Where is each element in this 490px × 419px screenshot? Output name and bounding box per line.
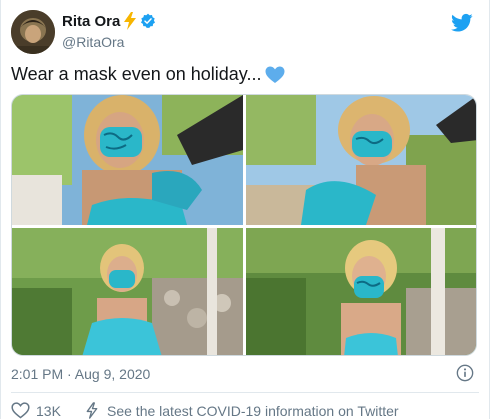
lightning-bolt-emoji xyxy=(124,12,137,30)
photo-1-image xyxy=(12,95,243,225)
photo-2-image xyxy=(246,95,476,225)
photo-2[interactable] xyxy=(246,95,476,225)
tweet-text-content: Wear a mask even on holiday... xyxy=(11,64,262,84)
author-display-name[interactable]: Rita Ora xyxy=(62,13,120,30)
photo-grid xyxy=(11,94,477,356)
covid-info-text: See the latest COVID-19 information on T… xyxy=(107,402,399,419)
like-button[interactable]: 13K xyxy=(11,402,61,419)
author-avatar[interactable] xyxy=(11,10,55,54)
twitter-bird-icon[interactable] xyxy=(451,13,473,33)
tweet-text: Wear a mask even on holiday... xyxy=(11,64,285,85)
author-name-row: Rita Ora xyxy=(62,12,156,30)
photo-4[interactable] xyxy=(246,228,476,355)
heart-outline-icon xyxy=(11,402,30,419)
verified-badge-icon xyxy=(141,13,156,29)
blue-heart-emoji xyxy=(265,66,285,83)
info-icon[interactable] xyxy=(456,364,474,382)
photo-3-image xyxy=(12,228,243,355)
lightning-bolt-icon xyxy=(86,402,98,419)
author-handle[interactable]: @RitaOra xyxy=(62,34,124,50)
photo-1[interactable] xyxy=(12,95,243,225)
covid-info-link[interactable]: See the latest COVID-19 information on T… xyxy=(85,402,399,419)
avatar-image xyxy=(11,10,55,54)
photo-3[interactable] xyxy=(12,228,243,355)
divider xyxy=(11,392,479,393)
tweet-timestamp[interactable]: 2:01 PM · Aug 9, 2020 xyxy=(11,366,150,382)
like-count: 13K xyxy=(36,402,61,419)
tweet-card: Rita Ora @RitaOra Wear a mask even on ho… xyxy=(0,0,490,419)
photo-4-image xyxy=(246,228,476,355)
